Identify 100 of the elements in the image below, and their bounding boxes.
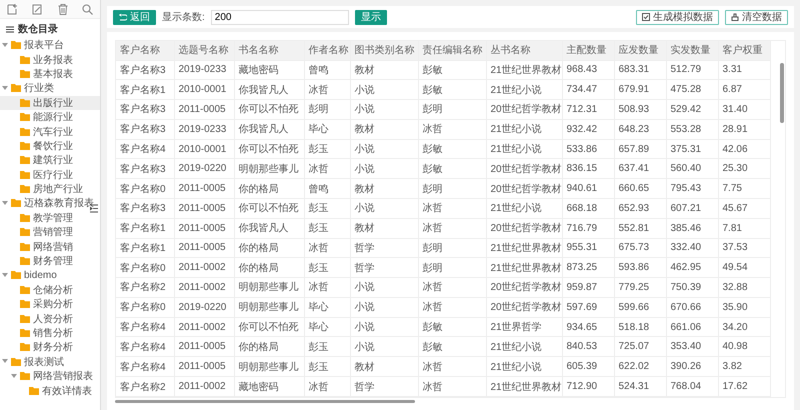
tree-item[interactable]: 教学管理: [0, 210, 100, 226]
column-header[interactable]: 作者名称: [304, 41, 350, 60]
column-header[interactable]: 客户权重: [718, 41, 770, 60]
table-cell: 小说: [350, 158, 418, 179]
show-button[interactable]: 显示: [354, 10, 387, 24]
table-cell: 你我皆凡人: [234, 119, 304, 140]
table-cell: 385.46: [666, 218, 718, 238]
table-cell: 750.39: [666, 278, 718, 298]
tree-item[interactable]: 仓储分析: [0, 282, 100, 298]
table-cell: 21世纪世界教材: [486, 238, 562, 258]
tree-item[interactable]: 出版行业: [0, 96, 100, 110]
tree-item[interactable]: 报表平台: [0, 38, 100, 52]
tree-item[interactable]: 餐饮行业: [0, 138, 100, 154]
edit-icon[interactable]: [32, 4, 44, 14]
table-cell: 652.93: [614, 198, 666, 218]
table-cell: 21世纪世界教材: [486, 258, 562, 278]
tree-item[interactable]: 财务管理: [0, 254, 100, 268]
back-button[interactable]: 返回: [113, 10, 156, 24]
generate-data-button[interactable]: 生成模拟数据: [636, 10, 719, 24]
tree-item[interactable]: 网络营销报表: [0, 368, 100, 384]
column-header[interactable]: 主配数量: [562, 41, 614, 60]
table-cell: 21世纪小说: [486, 336, 562, 357]
table-cell: 20世纪哲学教材: [486, 218, 562, 238]
new-file-icon[interactable]: [7, 4, 18, 14]
table-cell: 2011-0005: [174, 356, 234, 376]
tree-item[interactable]: 人资分析: [0, 311, 100, 326]
vertical-scrollbar[interactable]: [780, 63, 784, 123]
table-cell: 35.90: [718, 297, 770, 318]
table-cell: 661.06: [666, 317, 718, 337]
table-cell: 你的格局: [234, 238, 304, 258]
table-cell: 20世纪哲学教材: [486, 158, 562, 179]
checkbox-icon: [642, 13, 650, 21]
table-cell: 648.23: [614, 119, 666, 140]
table-cell: 客户名称4: [116, 356, 174, 376]
sidebar-title: 数仓目录: [18, 22, 58, 36]
caret-icon[interactable]: [2, 272, 8, 278]
tree-item[interactable]: 基本报表: [0, 66, 100, 82]
tree-item[interactable]: 医疗行业: [0, 168, 100, 182]
table-cell: 明朝那些事儿: [234, 297, 304, 318]
table-cell: 21世纪世界教材: [486, 60, 562, 80]
caret-icon[interactable]: [11, 374, 17, 379]
table-cell: 390.26: [666, 356, 718, 376]
table-cell: 668.18: [562, 198, 614, 218]
search-icon[interactable]: [82, 4, 93, 14]
table-cell: 660.65: [614, 178, 666, 198]
column-header[interactable]: 应发数量: [614, 41, 666, 60]
column-header[interactable]: 选题号名称: [174, 41, 234, 60]
table-cell: 716.79: [562, 218, 614, 238]
table-cell: 2011-0005: [174, 238, 234, 258]
tree-item[interactable]: 销售分析: [0, 326, 100, 340]
table-cell: 7.75: [718, 178, 770, 198]
table-cell: 客户名称0: [116, 258, 174, 278]
table-cell: 955.31: [562, 238, 614, 258]
table-cell: 客户名称0: [116, 297, 174, 318]
tree-item[interactable]: 有效详情表: [0, 383, 100, 398]
tree-item[interactable]: 建筑行业: [0, 153, 100, 168]
table-cell: 332.40: [666, 238, 718, 258]
table-cell: 37.53: [718, 238, 770, 258]
table-cell: 40.98: [718, 336, 770, 357]
caret-icon[interactable]: [2, 86, 8, 91]
table-cell: 客户名称3: [116, 198, 174, 218]
caret-icon[interactable]: [2, 200, 8, 206]
column-header[interactable]: 责任编辑名称: [418, 41, 486, 60]
table-cell: 彭玉: [304, 139, 350, 159]
count-input[interactable]: 200: [210, 10, 349, 24]
column-header[interactable]: 书名名称: [234, 41, 304, 60]
table-cell: 2011-0005: [174, 100, 234, 120]
table-cell: 2019-0233: [174, 119, 234, 140]
tree-item[interactable]: 汽车行业: [0, 124, 100, 139]
tree-item[interactable]: 财务分析: [0, 340, 100, 355]
table-cell: 508.93: [614, 100, 666, 120]
tree-item[interactable]: 行业类: [0, 81, 100, 96]
trash-icon[interactable]: [58, 4, 68, 14]
column-header[interactable]: 客户名称: [116, 41, 174, 60]
caret-icon[interactable]: [2, 359, 8, 364]
table-cell: 客户名称1: [116, 80, 174, 100]
table-cell: 21世纪小说: [486, 139, 562, 159]
table-cell: 毕心: [304, 297, 350, 318]
column-header[interactable]: 丛书名称: [486, 41, 562, 60]
table-cell: 藏地密码: [234, 376, 304, 396]
table-cell: 小说: [350, 198, 418, 218]
table-cell: 679.91: [614, 80, 666, 100]
clear-data-button[interactable]: 清空数据: [725, 10, 788, 24]
column-header[interactable]: 图书类别名称: [350, 41, 418, 60]
tree-item[interactable]: 业务报表: [0, 52, 100, 67]
horizontal-scrollbar[interactable]: [115, 400, 415, 403]
tree-item[interactable]: bidemo: [0, 268, 100, 283]
tree-item[interactable]: 迈格森教育报表: [0, 196, 100, 211]
tree-item[interactable]: 能源行业: [0, 110, 100, 124]
tree-item[interactable]: 报表测试: [0, 354, 100, 369]
tree-item[interactable]: 网络营销: [0, 239, 100, 254]
tree-item[interactable]: 采购分析: [0, 297, 100, 312]
caret-icon[interactable]: [2, 42, 8, 48]
table-cell: 你可以不怕死: [234, 317, 304, 337]
table-cell: 475.28: [666, 80, 718, 100]
table-cell: 932.42: [562, 119, 614, 140]
tree-item[interactable]: 营销管理: [0, 225, 100, 240]
table-cell: 哲学: [350, 238, 418, 258]
tree-item[interactable]: 房地产行业: [0, 182, 100, 196]
column-header[interactable]: 实发数量: [666, 41, 718, 60]
